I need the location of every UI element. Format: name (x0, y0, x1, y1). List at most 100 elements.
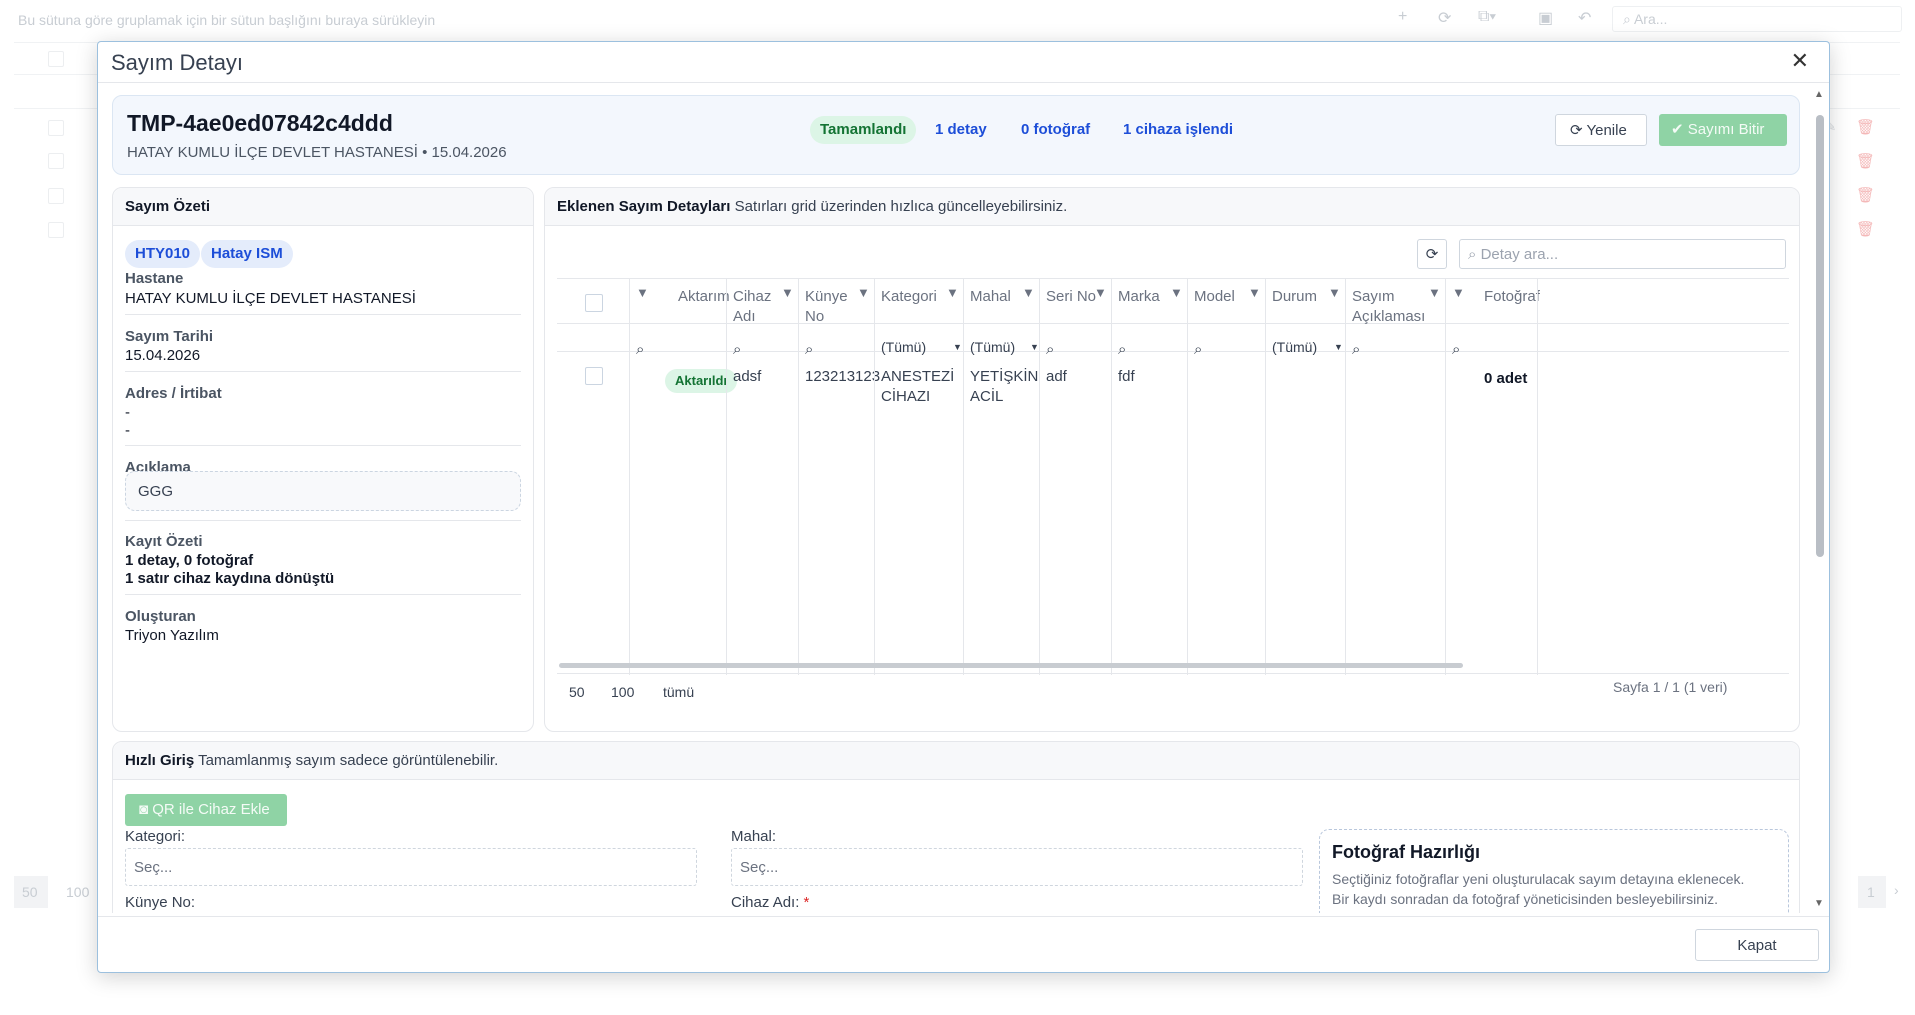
count-code: TMP-4ae0ed07842c4ddd (127, 110, 393, 136)
durum-filter-select[interactable]: (Tümü) ▼ (1272, 339, 1343, 355)
count-summary-panel: Sayım Özeti HTY010 Hatay ISM Hastane HAT… (112, 187, 534, 732)
column-sayim-aciklamasi: Sayım Açıklaması ▼ ⌕ (1345, 279, 1445, 675)
address-line-2: - (125, 422, 130, 439)
modal-title: Sayım Detayı (111, 50, 244, 75)
search-icon[interactable]: ⌕ (636, 341, 644, 358)
trash-icon[interactable]: 🗑 (1856, 152, 1875, 170)
column-header-seri-no[interactable]: Seri No (1046, 287, 1096, 307)
detail-count-badge: 1 detay (935, 121, 987, 138)
grid-horizontal-scrollbar[interactable] (559, 663, 1463, 668)
modal-vertical-scrollbar[interactable]: ▲ ▼ (1813, 87, 1827, 909)
close-button[interactable]: Kapat (1695, 929, 1819, 961)
add-icon[interactable]: + (1398, 8, 1407, 26)
search-icon[interactable]: ⌕ (1194, 341, 1202, 358)
search-icon[interactable]: ⌕ (805, 341, 813, 358)
close-icon[interactable]: ✕ (1791, 48, 1809, 74)
column-header-aktarim[interactable]: Aktarım (678, 287, 730, 307)
column-header-kategori[interactable]: Kategori (881, 287, 937, 307)
filter-icon[interactable]: ▼ (1248, 285, 1261, 300)
status-badge: Tamamlandı (810, 116, 917, 144)
row-checkbox[interactable] (48, 188, 64, 204)
filter-icon[interactable]: ▼ (636, 285, 649, 300)
column-kunye-no: Künye No ▼ ⌕ 123213123 (798, 279, 880, 675)
search-icon[interactable]: ⌕ (1046, 341, 1054, 358)
modal-scroll-area: TMP-4ae0ed07842c4ddd HATAY KUMLU İLÇE DE… (98, 83, 1815, 913)
column-aktarim: ▼ Aktarım ⌕ (629, 279, 730, 675)
filter-icon[interactable]: ▼ (946, 285, 959, 300)
row-checkbox[interactable] (48, 153, 64, 169)
filter-icon[interactable]: ▼ (1094, 285, 1107, 300)
note-value: GGG (125, 471, 521, 511)
row-checkbox[interactable] (585, 367, 603, 385)
pager-size-100[interactable]: 100 (66, 884, 89, 900)
filter-icon[interactable]: ▼ (1428, 285, 1441, 300)
cell-fotograf[interactable]: 0 adet (1484, 369, 1527, 389)
scrollbar-thumb[interactable] (1816, 115, 1824, 557)
filter-icon[interactable]: ▼ (1022, 285, 1035, 300)
column-header-sayim-aciklamasi[interactable]: Sayım Açıklaması (1352, 287, 1425, 327)
finish-count-button[interactable]: ✔ Sayımı Bitir (1659, 114, 1787, 146)
page-size-100[interactable]: 100 (611, 684, 634, 700)
row-checkbox[interactable] (48, 51, 64, 67)
export-icon[interactable]: ⧉▾ (1478, 8, 1496, 26)
mahal-filter-select[interactable]: (Tümü) ▼ (970, 339, 1039, 355)
column-header-fotograf[interactable]: Fotoğraf (1484, 287, 1540, 307)
row-checkbox[interactable] (48, 120, 64, 136)
mahal-select[interactable]: Seç... (731, 848, 1303, 886)
field-divider (125, 371, 521, 372)
row-checkbox[interactable] (48, 222, 64, 238)
cell-mahal[interactable]: YETİŞKİN ACİL (970, 367, 1038, 407)
cell-kunye-no[interactable]: 123213123 (805, 367, 880, 387)
refresh-icon: ⟳ (1425, 246, 1439, 263)
search-icon[interactable]: ⌕ (1118, 341, 1126, 358)
qr-add-device-button[interactable]: ◙ QR ile Cihaz Ekle (125, 794, 287, 826)
cell-seri-no[interactable]: adf (1046, 367, 1067, 387)
page-size-50[interactable]: 50 (569, 684, 585, 700)
pager-size-50[interactable]: 50 (14, 876, 48, 908)
refresh-icon[interactable]: ⟳ (1438, 8, 1451, 28)
qr-add-label: QR ile Cihaz Ekle (152, 801, 270, 818)
select-all-checkbox[interactable] (585, 294, 603, 312)
search-icon[interactable]: ⌕ (1352, 341, 1360, 358)
scroll-down-icon[interactable]: ▼ (1814, 898, 1824, 909)
kategori-filter-select[interactable]: (Tümü) ▼ (881, 339, 962, 355)
trash-icon[interactable]: 🗑 (1856, 220, 1875, 238)
kategori-select[interactable]: Seç... (125, 848, 697, 886)
scroll-up-icon[interactable]: ▲ (1814, 89, 1824, 100)
search-icon[interactable]: ⌕ (1452, 341, 1460, 358)
column-header-model[interactable]: Model (1194, 287, 1235, 307)
trash-icon[interactable]: 🗑 (1856, 186, 1875, 204)
hospital-label: Hastane (125, 270, 184, 287)
column-header-kunye-no[interactable]: Künye No (805, 287, 848, 327)
filter-icon[interactable]: ▼ (1452, 285, 1465, 300)
columns-icon[interactable]: ▣ (1538, 8, 1553, 28)
search-icon[interactable]: ⌕ (733, 341, 741, 358)
detail-search-input[interactable]: ⌕ Detay ara... (1459, 239, 1786, 269)
filter-icon[interactable]: ▼ (1170, 285, 1183, 300)
page-size-all[interactable]: tümü (663, 684, 694, 700)
cell-cihaz-adi[interactable]: adsf (733, 367, 761, 387)
finish-label: Sayımı Bitir (1687, 121, 1765, 138)
pager-current-page[interactable]: 1 (1858, 876, 1886, 908)
filter-icon[interactable]: ▼ (1328, 285, 1341, 300)
address-label: Adres / İrtibat (125, 385, 222, 402)
filter-icon[interactable]: ▼ (781, 285, 794, 300)
refresh-button[interactable]: ⟳ Yenile (1555, 114, 1647, 146)
column-header-durum[interactable]: Durum (1272, 287, 1317, 307)
column-header-cihaz-adi[interactable]: Cihaz Adı (733, 287, 771, 327)
cell-marka[interactable]: fdf (1118, 367, 1135, 387)
trash-icon[interactable]: 🗑 (1856, 118, 1875, 136)
undo-icon[interactable]: ↶ (1578, 8, 1591, 28)
next-page-icon[interactable]: › (1894, 882, 1899, 898)
mahal-label: Mahal: (731, 828, 777, 845)
column-kategori: Kategori ▼ (Tümü) ▼ ANESTEZİ CİHAZI (874, 279, 963, 675)
background-search[interactable]: ⌕ Ara... (1612, 6, 1902, 32)
filter-icon[interactable]: ▼ (857, 285, 870, 300)
column-header-mahal[interactable]: Mahal (970, 287, 1011, 307)
column-model: Model ▼ ⌕ (1187, 279, 1265, 675)
cell-kategori[interactable]: ANESTEZİ CİHAZI (881, 367, 954, 407)
column-header-marka[interactable]: Marka (1118, 287, 1160, 307)
group-hint: Bu sütuna göre gruplamak için bir sütun … (18, 12, 436, 28)
grid-refresh-button[interactable]: ⟳ (1417, 239, 1447, 269)
caret-down-icon: ▼ (953, 342, 962, 352)
